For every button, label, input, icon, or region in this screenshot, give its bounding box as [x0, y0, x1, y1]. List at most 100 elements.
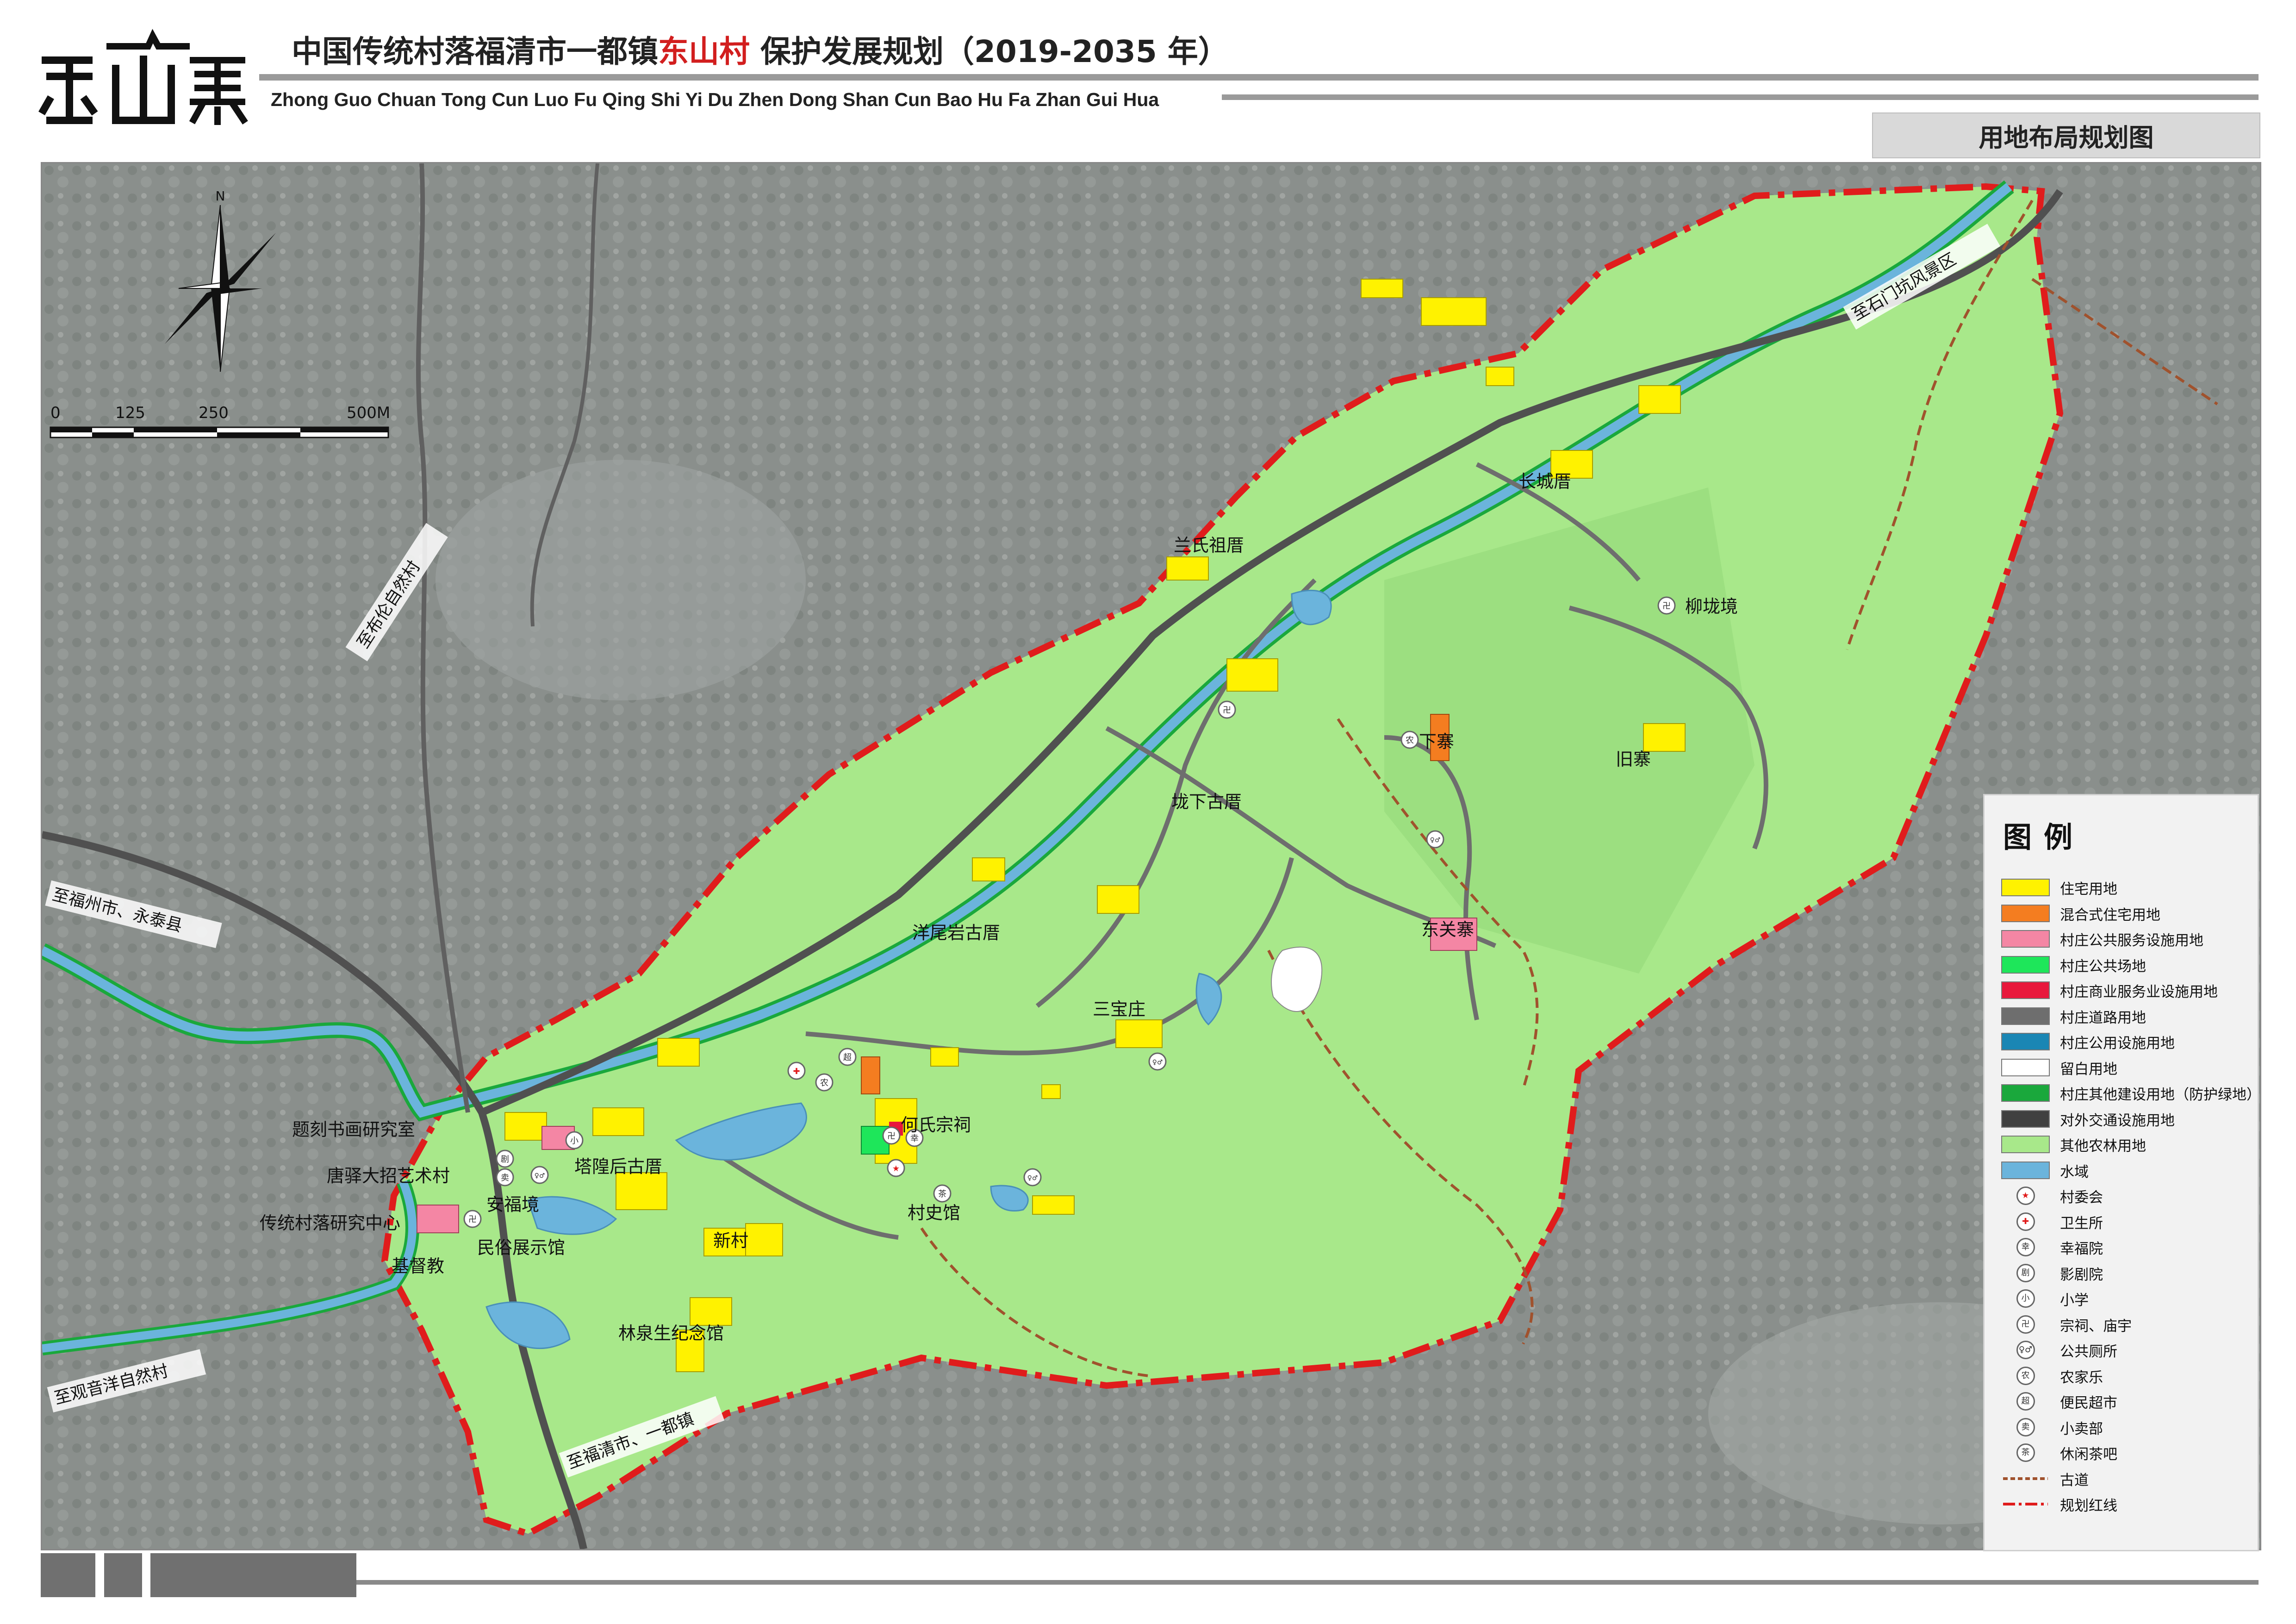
legend-icon: 卖 [2001, 1416, 2050, 1438]
footer-block-3 [150, 1553, 356, 1597]
place-longxia: 垅下古厝 [1171, 792, 1242, 812]
toilet-icon: ♀♂ [1023, 1168, 1042, 1187]
place-heshi: 何氏宗祠 [901, 1115, 971, 1135]
legend-label: 村庄商业服务业设施用地 [2060, 983, 2218, 1000]
toilet-icon: ♀♂ [1148, 1052, 1167, 1071]
legend-symbol-icon: 卖 [2016, 1418, 2035, 1437]
legend-item: 幸 幸福院 [2001, 1236, 2251, 1258]
legend-icon: 剧 [2001, 1262, 2050, 1284]
title-prefix: 中国传统村落福清市一都镇 [292, 34, 658, 69]
legend-icon: ♀♂ [2001, 1339, 2050, 1361]
legend-label: 村庄公用设施用地 [2060, 1035, 2175, 1052]
legend-swatch [2001, 956, 2050, 974]
temple-icon: 卍 [1218, 700, 1236, 719]
scale-label-250: 250 [199, 404, 229, 422]
svg-text:♀♂: ♀♂ [535, 1172, 545, 1180]
temple-icon: 卍 [1657, 596, 1676, 615]
map-canvas[interactable]: ★ ✚ 超 农 幸 卍 茶 小 剧 卖 ♀♂ ♀♂ ♀♂ ♀♂ 卍 卍 农 卍 … [42, 163, 2260, 1549]
footer-block-2 [104, 1553, 142, 1597]
legend-symbol-icon: 茶 [2016, 1443, 2035, 1462]
toilet-icon: ♀♂ [1426, 830, 1444, 849]
legend-item: 卍 宗祠、庙宇 [2001, 1313, 2251, 1336]
legend-item: 超 便民超市 [2001, 1390, 2251, 1412]
legend-label: 卫生所 [2060, 1215, 2103, 1232]
legend-item: 混合式住宅用地 [2001, 902, 2251, 924]
legend-symbol-icon: 农 [2016, 1367, 2035, 1385]
svg-text:卖: 卖 [501, 1173, 509, 1183]
legend-symbol-icon: 卍 [2016, 1315, 2035, 1334]
map-title: 用地布局规划图 [1872, 112, 2260, 158]
legend-icon: 小 [2001, 1287, 2050, 1310]
legend-item: 水域 [2001, 1159, 2251, 1181]
svg-text:幸: 幸 [910, 1134, 919, 1143]
title-highlight: 东山村 [658, 34, 750, 69]
supermarket-icon: 超 [838, 1048, 857, 1066]
legend-label: 村庄其他建设用地（防护绿地） [2060, 1086, 2261, 1103]
place-jidu: 基督教 [392, 1256, 444, 1276]
svg-text:✚: ✚ [793, 1067, 800, 1076]
place-anfu: 安福境 [486, 1194, 539, 1215]
svg-text:卍: 卍 [468, 1215, 477, 1224]
farmhouse-icon: 农 [1400, 731, 1419, 749]
legend-symbol-icon: 超 [2016, 1392, 2035, 1411]
place-xiazhai: 下寨 [1419, 731, 1454, 752]
toilet-icon: ♀♂ [530, 1166, 549, 1184]
legend-title: 图例 [2003, 820, 2085, 854]
svg-text:小: 小 [570, 1136, 579, 1146]
svg-text:卍: 卍 [1662, 601, 1671, 611]
svg-text:农: 农 [820, 1078, 828, 1088]
temple-icon: 卍 [463, 1210, 482, 1228]
legend-label: 公共厕所 [2060, 1343, 2117, 1360]
logo [37, 28, 250, 130]
legend-label: 留白用地 [2060, 1061, 2117, 1078]
legend-item: 茶 休闲茶吧 [2001, 1442, 2251, 1464]
legend-icon: ★ [2001, 1185, 2050, 1207]
place-chuantong: 传统村落研究中心 [260, 1213, 400, 1233]
place-tike: 题刻书画研究室 [292, 1119, 415, 1140]
legend-icon: 卍 [2001, 1313, 2050, 1336]
scale-label-0: 0 [50, 404, 61, 422]
legend-label: 小学 [2060, 1292, 2089, 1309]
legend-label: 村委会 [2060, 1189, 2103, 1206]
legend-item: 其他农林用地 [2001, 1133, 2251, 1156]
legend-symbol-icon: ✚ [2016, 1212, 2035, 1231]
svg-text:♀♂: ♀♂ [1152, 1059, 1163, 1066]
scale-label-125: 125 [115, 404, 145, 422]
legend-label: 影剧院 [2060, 1266, 2103, 1283]
place-linquan: 林泉生纪念馆 [618, 1323, 724, 1343]
legend-item: 对外交通设施用地 [2001, 1108, 2251, 1130]
teahouse-icon: 茶 [933, 1184, 952, 1203]
temple-icon: 卍 [882, 1126, 901, 1145]
svg-text:♀♂: ♀♂ [1027, 1174, 1038, 1182]
svg-text:超: 超 [843, 1053, 852, 1062]
legend-item: 村庄其他建设用地（防护绿地） [2001, 1082, 2261, 1104]
legend-swatch [2001, 1162, 2050, 1179]
scale-label-500: 500M [347, 404, 390, 422]
legend-swatch [2001, 1110, 2050, 1128]
pinyin-rule [1222, 94, 2259, 100]
map-frame[interactable]: ★ ✚ 超 农 幸 卍 茶 小 剧 卖 ♀♂ ♀♂ ♀♂ ♀♂ 卍 卍 农 卍 … [41, 162, 2261, 1550]
legend-item: 卖 小卖部 [2001, 1416, 2251, 1438]
legend-item: 住宅用地 [2001, 876, 2251, 899]
legend-item: 村庄公共场地 [2001, 954, 2251, 976]
svg-text:N: N [216, 188, 225, 204]
svg-text:农: 农 [1406, 736, 1414, 745]
legend-swatch [2001, 1084, 2050, 1102]
legend-item: 古道 [2001, 1468, 2251, 1490]
legend-swatch [2001, 1007, 2050, 1025]
svg-text:♀♂: ♀♂ [1430, 837, 1441, 844]
legend-item: 村庄道路用地 [2001, 1005, 2251, 1027]
page-title: 中国传统村落福清市一都镇东山村 保护发展规划（2019-2035 年） [292, 27, 1229, 71]
cinema-icon: 剧 [496, 1149, 514, 1168]
place-cunshi: 村史馆 [908, 1203, 960, 1223]
place-liulong: 柳垅境 [1685, 596, 1738, 617]
legend-line [2001, 1493, 2050, 1515]
legend-item: 小 小学 [2001, 1287, 2251, 1310]
legend-item: ♀♂ 公共厕所 [2001, 1339, 2251, 1361]
legend-label: 水域 [2060, 1163, 2089, 1181]
place-jiuzhai: 旧寨 [1616, 749, 1651, 769]
footer-rule [356, 1580, 2259, 1585]
legend-label: 对外交通设施用地 [2060, 1112, 2175, 1129]
legend-line [2001, 1468, 2050, 1490]
legend-label: 住宅用地 [2060, 881, 2117, 898]
